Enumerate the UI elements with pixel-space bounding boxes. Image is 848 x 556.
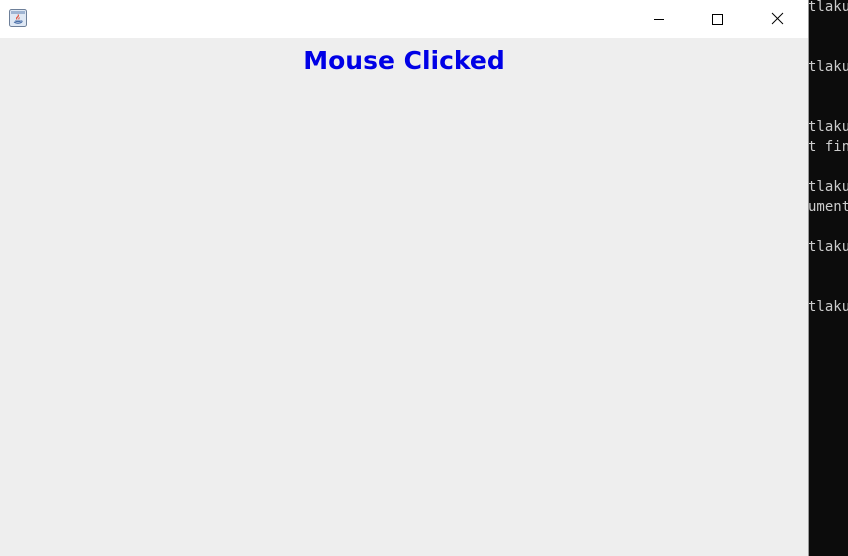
content-panel[interactable]: Mouse Clicked xyxy=(0,38,808,556)
app-window: Mouse Clicked xyxy=(0,0,808,556)
terminal-line: tlaku xyxy=(808,119,848,135)
maximize-button[interactable] xyxy=(688,0,746,38)
status-label: Mouse Clicked xyxy=(303,46,505,75)
terminal-line: tlaku xyxy=(808,0,848,15)
close-button[interactable] xyxy=(748,0,806,38)
terminal-line: tlaku xyxy=(808,59,848,75)
minimize-icon xyxy=(653,10,665,29)
terminal-line: tlaku xyxy=(808,179,848,195)
terminal-line: t fin xyxy=(808,139,848,155)
maximize-icon xyxy=(711,10,723,29)
java-icon[interactable] xyxy=(9,9,27,27)
terminal-line: tlaku xyxy=(808,239,848,255)
title-bar[interactable] xyxy=(0,0,808,38)
terminal-line: tlaku xyxy=(808,299,848,315)
terminal-output: tlaku tlaku tlaku t fin tlaku ument tlak… xyxy=(808,0,848,556)
terminal-line: ument xyxy=(808,199,848,215)
minimize-button[interactable] xyxy=(630,0,688,38)
close-icon xyxy=(771,10,784,29)
